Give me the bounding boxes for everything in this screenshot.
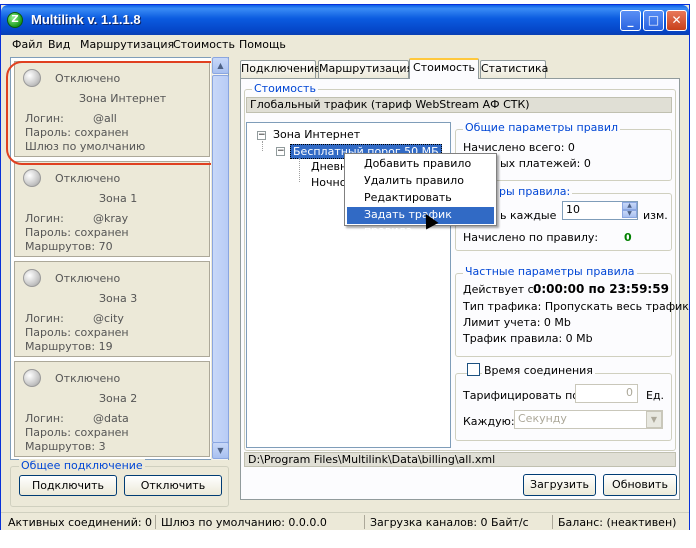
tab-statistics[interactable]: Статистика [480,60,548,78]
rule-each-stepper[interactable]: ▲ ▼ [622,202,637,219]
tariff-label: Тарифицировать по: [463,389,583,402]
login-value: @city [93,312,124,325]
tree-node-day[interactable]: Дневн [311,160,347,173]
tree-connector [262,141,263,151]
menu-delete-rule[interactable]: Удалить правило [347,173,494,190]
status-channel-load: Загрузка каналов: 0 Байт/с [370,516,529,529]
active-value: 0:00:00 по 23:59:59 [533,282,669,296]
menu-bar: Файл Вид Маршрутизация Стоимость Помощь [1,35,689,53]
connection-extra: Маршрутов: 70 [25,240,113,253]
connection-card-zone1[interactable]: Отключено Зона 1 Логин: @kray Пароль: со… [14,161,210,257]
connection-extra: Маршрутов: 19 [25,340,113,353]
close-button[interactable]: ✕ [666,10,687,31]
connection-card-zone3[interactable]: Отключено Зона 3 Логин: @city Пароль: со… [14,261,210,357]
menu-add-rule[interactable]: Добавить правило [347,156,494,173]
status-active-connections: Активных соединений: 0 [8,516,153,529]
rule-traffic: Трафик правила: 0 Mb [463,332,593,345]
connection-zone: Зона 3 [99,292,138,305]
tariff-unit: Ед. [646,389,665,402]
status-bulb-icon [23,169,41,187]
status-balance: Баланс: (неактивен) [558,516,677,529]
menu-edit-rule[interactable]: Редактировать правило [347,190,494,220]
rule-charged-label: Начислено по правилу: [463,231,599,244]
connect-button[interactable]: Подключить [19,475,117,496]
scroll-up-icon[interactable]: ▲ [212,57,229,74]
password-status: Пароль: сохранен [25,326,129,339]
collapse-icon[interactable]: − [276,147,285,156]
active-label: Действует с: [463,283,538,296]
app-icon: Z [7,12,23,28]
chevron-down-icon[interactable]: ▼ [646,411,662,428]
scroll-down-icon[interactable]: ▼ [212,442,229,459]
status-separator [552,515,553,529]
login-value: @data [93,412,129,425]
general-params-title: Общие параметры правил [463,121,621,134]
common-connection-title: Общее подключение [19,459,145,472]
menu-file[interactable]: Файл [12,38,42,51]
selection-highlight-ring [6,61,226,165]
connection-time-group [455,373,672,441]
password-status: Пароль: сохранен [25,226,129,239]
maximize-button[interactable]: □ [643,10,664,31]
menu-help[interactable]: Помощь [239,38,286,51]
rule-params-title: ры правила: [497,185,573,198]
connection-time-title: Время соединения [482,364,595,377]
stepper-down-icon[interactable]: ▼ [622,210,637,218]
each-time-select[interactable]: Секунду [514,410,663,429]
main-window: Z Multilink v. 1.1.1.8 _ □ ✕ Файл Вид Ма… [0,4,690,530]
status-bulb-icon [23,269,41,287]
accounting-limit: Лимит учета: 0 Mb [463,316,571,329]
rule-unit: изм. [643,209,668,222]
menu-cost[interactable]: Стоимость [173,38,235,51]
status-bar: Активных соединений: 0 Шлюз по умолчанию… [1,512,689,530]
load-button[interactable]: Загрузить [523,474,596,496]
connection-time-checkbox[interactable] [467,363,480,376]
tab-connection[interactable]: Подключение [240,60,321,78]
tab-routing[interactable]: Маршрутизация [318,60,413,78]
collapse-icon[interactable]: − [257,131,266,140]
login-label: Логин: [25,212,64,225]
login-value: @kray [93,212,129,225]
payments-count: ых платежей: 0 [500,157,591,170]
connection-status: Отключено [55,372,121,385]
global-traffic-header: Глобальный трафик (тариф WebStream АФ СТ… [246,97,672,113]
connection-extra: Маршрутов: 3 [25,440,106,453]
title-bar[interactable]: Z Multilink v. 1.1.1.8 _ □ ✕ [1,5,689,35]
tariff-input[interactable]: 0 [575,384,638,403]
scroll-thumb[interactable] [212,75,229,443]
tab-cost[interactable]: Стоимость [409,58,479,79]
desktop-background-bottom [0,530,696,548]
tree-connector [299,158,300,182]
connection-zone: Зона 1 [99,192,138,205]
disconnect-button[interactable]: Отключить [124,475,222,496]
minimize-button[interactable]: _ [620,10,641,31]
login-label: Логин: [25,412,64,425]
list-scrollbar[interactable]: ▲ ▼ [211,57,229,460]
password-status: Пароль: сохранен [25,426,129,439]
connection-zone: Зона 2 [99,392,138,405]
each-time-label: Каждую: [463,415,515,428]
rule-charged-value: 0 [624,231,632,244]
connection-status: Отключено [55,172,121,185]
cost-group-title: Стоимость [252,82,318,95]
tree-node-root[interactable]: Зона Интернет [273,128,360,141]
rule-each-label: ь каждые [500,209,557,222]
private-params-title: Частные параметры правила [463,265,637,278]
connection-card-zone2[interactable]: Отключено Зона 2 Логин: @data Пароль: со… [14,361,210,457]
traffic-type: Тип трафика: Пропускать весь трафик [463,300,689,313]
billing-file-path: D:\Program Files\Multilink\Data\billing\… [244,452,676,467]
context-menu: Добавить правило Удалить правило Редакти… [344,153,497,237]
menu-routing[interactable]: Маршрутизация [80,38,174,51]
stepper-up-icon[interactable]: ▲ [622,202,637,210]
menu-view[interactable]: Вид [48,38,70,51]
connection-status: Отключено [55,272,121,285]
status-bulb-icon [23,369,41,387]
window-title: Multilink v. 1.1.1.8 [31,12,141,27]
status-separator [155,515,156,529]
login-label: Логин: [25,312,64,325]
status-default-gateway: Шлюз по умолчанию: 0.0.0.0 [161,516,327,529]
status-separator [364,515,365,529]
tree-node-night[interactable]: Ночно [311,176,346,189]
refresh-button[interactable]: Обновить [603,474,677,496]
